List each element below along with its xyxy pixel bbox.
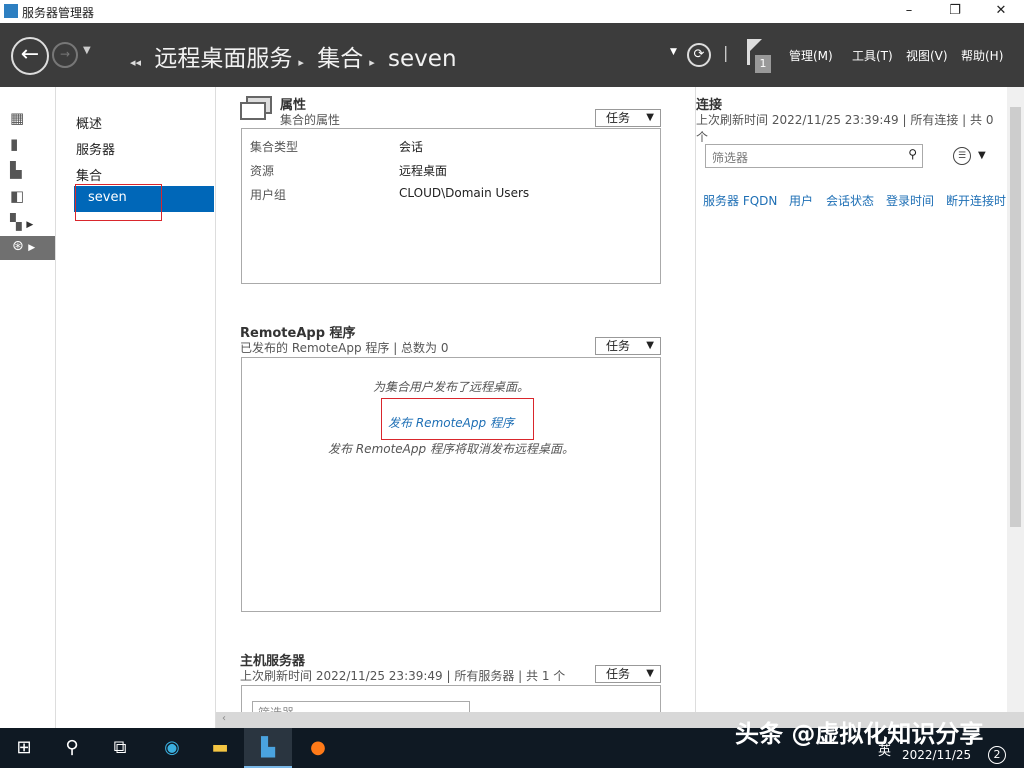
highlight-box [381,398,534,440]
maximize-button[interactable]: ❐ [932,0,978,23]
prop-value: 远程桌面 [399,162,447,179]
remoteapp-panel: 为集合用户发布了远程桌面。 发布 RemoteApp 程序 发布 RemoteA… [241,357,661,612]
history-dropdown-icon[interactable]: ▼ [83,45,91,56]
minimize-button[interactable]: – [886,0,932,23]
server-manager-taskbar-icon[interactable]: ▙ [244,728,292,768]
remote-desktop-services-icon[interactable]: ⊛ ▶ [0,236,55,260]
list-options-icon[interactable]: ☰ [953,147,971,165]
column-header-disconnect-time[interactable]: 断开连接时 [946,192,1008,209]
scrollbar-thumb[interactable] [1010,107,1021,527]
column-header-logon-time[interactable]: 登录时间 [886,192,934,209]
back-button[interactable]: ← [11,37,49,75]
title-bar: 服务器管理器 – ❐ ✕ [0,0,1024,23]
breadcrumb-item[interactable]: 远程桌面服务 [154,46,292,72]
close-button[interactable]: ✕ [978,0,1024,23]
all-servers-icon[interactable]: ▙ [10,161,46,183]
nav-panel: 概述 服务器 集合 seven [56,87,216,728]
menu-help[interactable]: 帮助(H) [961,47,1003,64]
clock-date[interactable]: 2022/11/25 [902,748,971,762]
iis-icon[interactable]: ▚ ▶ [10,213,46,235]
prop-key: 用户组 [250,186,286,203]
prop-value: 会话 [399,138,423,155]
remoteapp-message: 为集合用户发布了远程桌面。 [242,378,660,395]
search-button[interactable]: ⚲ [48,728,96,768]
dashboard-icon[interactable]: ▦ [10,109,46,131]
breadcrumb: ◂◂ 远程桌面服务▸ 集合▸ seven [130,39,463,73]
menu-tools[interactable]: 工具(T) [852,47,893,64]
watermark: 头条 @虚拟化知识分享 [735,714,983,749]
app-icon [4,4,18,18]
firefox-icon[interactable]: ● [294,728,342,768]
column-header-user[interactable]: 用户 [789,192,813,209]
divider: | [723,43,728,62]
breadcrumb-overflow-icon[interactable]: ◂◂ [130,56,141,69]
highlight-box [75,184,162,221]
forward-button[interactable]: → [52,42,78,68]
header-bar: ← → ▼ ◂◂ 远程桌面服务▸ 集合▸ seven ▼ ⟳ | 1 管理(M)… [0,23,1024,87]
properties-panel: 集合类型 会话 资源 远程桌面 用户组 CLOUD\Domain Users [241,128,661,284]
connections-filter-input[interactable]: 筛选器⚲ [705,144,923,168]
prop-value: CLOUD\Domain Users [399,186,529,200]
notifications-flag-icon[interactable]: 1 [745,39,775,73]
hosts-filter-input[interactable]: 筛选器 [252,701,470,712]
edge-icon[interactable]: ◉ [148,728,196,768]
taskbar: ⊞ ⚲ ⧉ ◉ ▬ ▙ ● 头条 @虚拟化知识分享 英 2022/11/25 2 [0,728,1024,768]
column-header-fqdn[interactable]: 服务器 FQDN [703,192,777,209]
properties-subtitle: 集合的属性 [280,111,340,128]
vertical-scrollbar[interactable] [1007,87,1024,712]
task-view-button[interactable]: ⧉ [96,728,144,768]
file-storage-icon[interactable]: ◧ [10,187,46,209]
remoteapp-subtitle: 已发布的 RemoteApp 程序 | 总数为 0 [240,339,449,356]
column-header-session-state[interactable]: 会话状态 [826,192,874,209]
notification-count: 1 [755,55,771,73]
left-icon-strip: ▦ ▮ ▙ ◧ ▚ ▶ ⊛ ▶ [0,87,56,728]
file-explorer-icon[interactable]: ▬ [196,728,244,768]
connections-subtitle: 上次刷新时间 2022/11/25 23:39:49 | 所有连接 | 共 0 … [696,111,1007,145]
nav-item-servers[interactable]: 服务器 [76,139,115,158]
connections-panel: 连接 上次刷新时间 2022/11/25 23:39:49 | 所有连接 | 共… [695,87,1007,712]
remoteapp-note: 发布 RemoteApp 程序将取消发布远程桌面。 [242,440,660,457]
start-button[interactable]: ⊞ [0,728,48,768]
prop-key: 资源 [250,162,274,179]
prop-key: 集合类型 [250,138,298,155]
notification-center-badge[interactable]: 2 [988,746,1006,764]
breadcrumb-item[interactable]: seven [388,46,456,72]
nav-item-collections[interactable]: 集合 [76,165,102,184]
menu-manage[interactable]: 管理(M) [789,47,833,64]
options-dropdown-icon[interactable]: ▼ [978,150,986,161]
search-icon: ⚲ [908,147,917,161]
hosts-tasks-button[interactable]: 任务▼ [595,665,661,683]
hosts-subtitle: 上次刷新时间 2022/11/25 23:39:49 | 所有服务器 | 共 1… [240,667,565,684]
properties-tasks-button[interactable]: 任务▼ [595,109,661,127]
refresh-icon[interactable]: ⟳ [687,43,711,67]
breadcrumb-dropdown-icon[interactable]: ▼ [670,47,677,57]
local-server-icon[interactable]: ▮ [10,135,46,157]
ime-indicator[interactable]: 英 [878,740,891,759]
properties-icon [240,96,272,122]
menu-view[interactable]: 视图(V) [906,47,948,64]
remoteapp-tasks-button[interactable]: 任务▼ [595,337,661,355]
window-title: 服务器管理器 [22,4,94,21]
breadcrumb-item[interactable]: 集合 [317,46,363,72]
nav-item-overview[interactable]: 概述 [76,113,102,132]
hosts-panel: 筛选器 [241,685,661,712]
